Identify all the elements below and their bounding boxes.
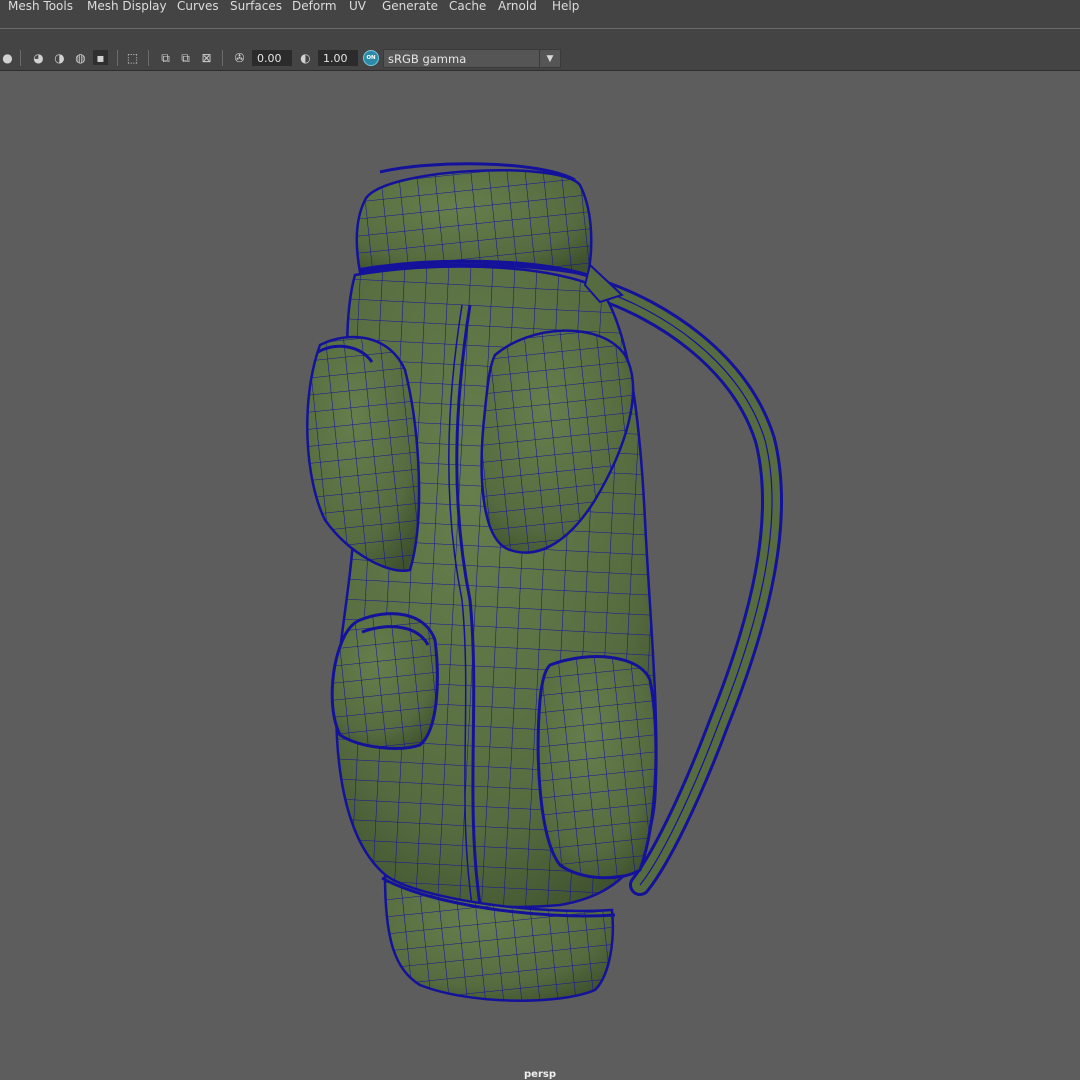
- backface-culling-icon[interactable]: ⊠: [199, 50, 214, 65]
- exposure-icon[interactable]: ✇: [232, 50, 247, 65]
- exposure-field[interactable]: 0.00: [252, 50, 292, 66]
- shadow-icon[interactable]: ◑: [52, 50, 67, 65]
- toolbar-divider: [20, 50, 21, 66]
- xray-joints-icon[interactable]: ⧉: [178, 50, 193, 65]
- menu-mesh-display[interactable]: Mesh Display: [85, 0, 169, 14]
- toolbar-divider: [148, 50, 149, 66]
- lighting-icon[interactable]: ◕: [31, 50, 46, 65]
- menu-generate[interactable]: Generate: [380, 0, 440, 14]
- view-transform-dropdown[interactable]: sRGB gamma ▼: [383, 49, 561, 68]
- menu-deform[interactable]: Deform: [290, 0, 339, 14]
- isolate-select-icon[interactable]: ▪: [93, 50, 108, 65]
- ambient-occlusion-icon[interactable]: ◍: [73, 50, 88, 65]
- xray-icon[interactable]: ⧉: [158, 50, 173, 65]
- menu-uv[interactable]: UV: [347, 0, 368, 14]
- camera-name-label: persp: [524, 1069, 556, 1080]
- perspective-viewport[interactable]: [0, 71, 1080, 1080]
- menu-help[interactable]: Help: [550, 0, 581, 14]
- chevron-down-icon: ▼: [539, 50, 560, 67]
- shading-ball-icon[interactable]: ●: [0, 50, 15, 65]
- menu-mesh-tools[interactable]: Mesh Tools: [6, 0, 75, 14]
- gamma-icon[interactable]: ◐: [298, 50, 313, 65]
- menu-surfaces[interactable]: Surfaces: [228, 0, 284, 14]
- gamma-field[interactable]: 1.00: [318, 50, 358, 66]
- right-lower-pocket: [536, 655, 658, 880]
- selection-mask-icon[interactable]: ⬚: [125, 50, 140, 65]
- toolbar-divider: [117, 50, 118, 66]
- left-upper-pocket: [306, 335, 421, 572]
- toolbar-divider: [222, 50, 223, 66]
- menu-cache[interactable]: Cache: [447, 0, 488, 14]
- bag-top-cap: [355, 162, 593, 278]
- main-menu-bar: Mesh Tools Mesh Display Curves Surfaces …: [0, 0, 1080, 29]
- left-lower-pocket: [330, 612, 439, 750]
- menu-arnold[interactable]: Arnold: [496, 0, 539, 14]
- color-management-toggle[interactable]: ON: [363, 50, 379, 66]
- view-transform-value: sRGB gamma: [388, 52, 467, 66]
- menu-curves[interactable]: Curves: [175, 0, 221, 14]
